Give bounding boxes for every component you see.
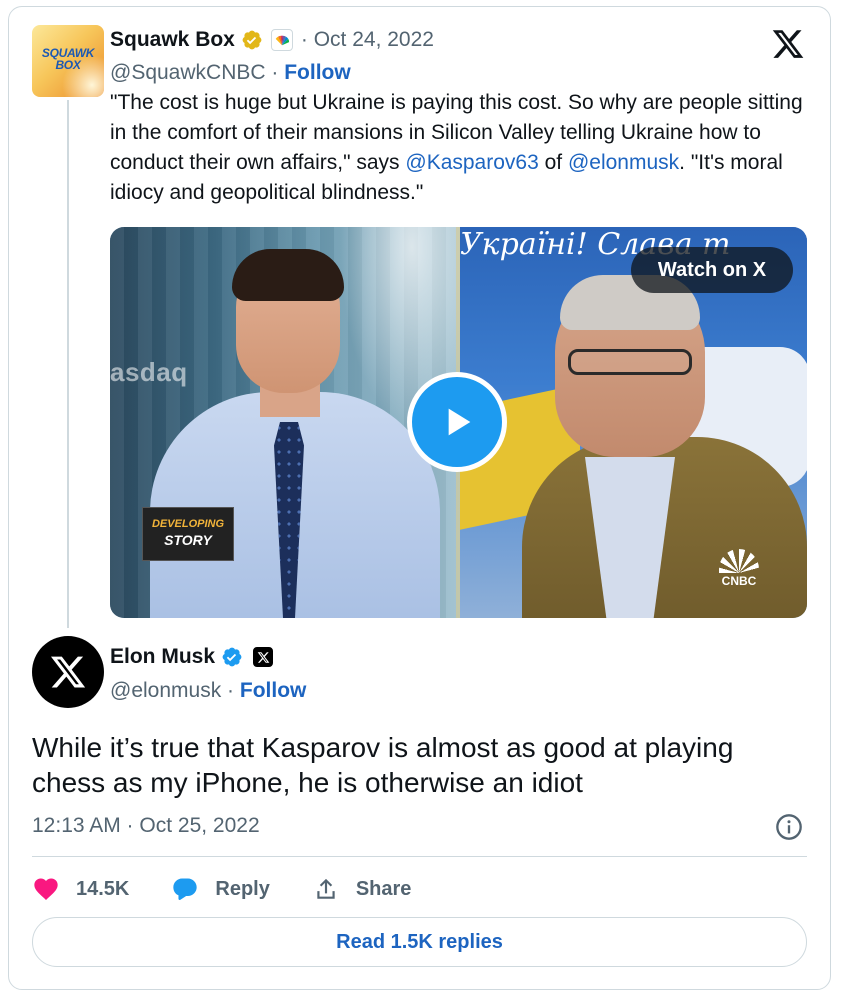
main-handle-row: @elonmusk · Follow xyxy=(110,679,306,703)
banner-line-2: STORY xyxy=(164,532,212,548)
info-icon[interactable] xyxy=(775,813,803,841)
play-icon xyxy=(448,408,471,436)
gold-verified-icon xyxy=(241,29,263,51)
anchor-hair xyxy=(232,249,344,301)
quoted-author-name[interactable]: Squawk Box xyxy=(110,28,235,52)
watch-on-x-button[interactable]: Watch on X xyxy=(631,247,793,293)
main-handle[interactable]: @elonmusk xyxy=(110,679,221,702)
main-author-name[interactable]: Elon Musk xyxy=(110,645,215,669)
reply-icon xyxy=(171,875,199,903)
quoted-date[interactable]: · Oct 24, 2022 xyxy=(301,28,434,52)
actions-separator xyxy=(32,856,807,857)
like-button[interactable]: 14.5K xyxy=(32,875,129,903)
share-icon xyxy=(312,875,340,903)
main-name-row: Elon Musk xyxy=(110,645,274,669)
like-count: 14.5K xyxy=(76,877,130,900)
thread-connector-line xyxy=(67,100,69,628)
x-logo-icon[interactable] xyxy=(771,27,805,61)
cnbc-logo: CNBC xyxy=(714,549,764,588)
mention-elonmusk[interactable]: @elonmusk xyxy=(568,151,679,174)
quoted-name-row: Squawk Box · Oct 24, 2022 xyxy=(110,28,434,52)
main-handle-separator: · xyxy=(221,679,240,702)
mention-kasparov63[interactable]: @Kasparov63 xyxy=(405,151,538,174)
tweet-timestamp[interactable]: 12:13 AM · Oct 25, 2022 xyxy=(32,814,260,838)
guest-glasses xyxy=(568,349,692,375)
main-tweet-text: While it’s true that Kasparov is almost … xyxy=(32,732,734,798)
cnbc-logo-text: CNBC xyxy=(721,574,757,588)
quoted-follow-button[interactable]: Follow xyxy=(284,61,351,84)
video-thumbnail[interactable]: asdaq DEVELOPING STORY Україні! Слава т … xyxy=(110,227,807,618)
avatar-logo-text: SQUAWK BOX xyxy=(41,46,95,72)
quoted-text-part-2: of xyxy=(538,151,568,174)
reply-button[interactable]: Reply xyxy=(171,875,270,903)
squawk-box-avatar[interactable]: SQUAWK BOX xyxy=(32,25,104,97)
nbc-peacock-icon[interactable] xyxy=(270,29,293,51)
reply-label: Reply xyxy=(215,877,270,900)
read-replies-button[interactable]: Read 1.5K replies xyxy=(32,917,807,967)
handle-separator: · xyxy=(265,61,285,84)
quoted-handle[interactable]: @SquawkCNBC xyxy=(110,61,266,84)
share-label: Share xyxy=(355,877,412,900)
quoted-tweet-text: "The cost is huge but Ukraine is paying … xyxy=(110,88,815,208)
play-button[interactable] xyxy=(407,372,507,472)
cnbc-peacock-icon xyxy=(719,549,759,573)
x-logo-avatar-icon xyxy=(50,656,86,688)
x-affiliate-icon[interactable] xyxy=(253,647,274,667)
backdrop-text-left: asdaq xyxy=(110,357,188,387)
action-bar: 14.5K Reply Share xyxy=(32,872,453,906)
blue-verified-icon xyxy=(221,646,243,668)
main-follow-button[interactable]: Follow xyxy=(240,679,307,702)
banner-line-1: DEVELOPING xyxy=(151,518,225,530)
elon-musk-avatar[interactable] xyxy=(32,636,104,708)
share-button[interactable]: Share xyxy=(312,875,412,903)
developing-story-banner: DEVELOPING STORY xyxy=(142,507,234,561)
heart-icon xyxy=(32,875,60,903)
quoted-handle-row: @SquawkCNBC · Follow xyxy=(110,61,351,85)
